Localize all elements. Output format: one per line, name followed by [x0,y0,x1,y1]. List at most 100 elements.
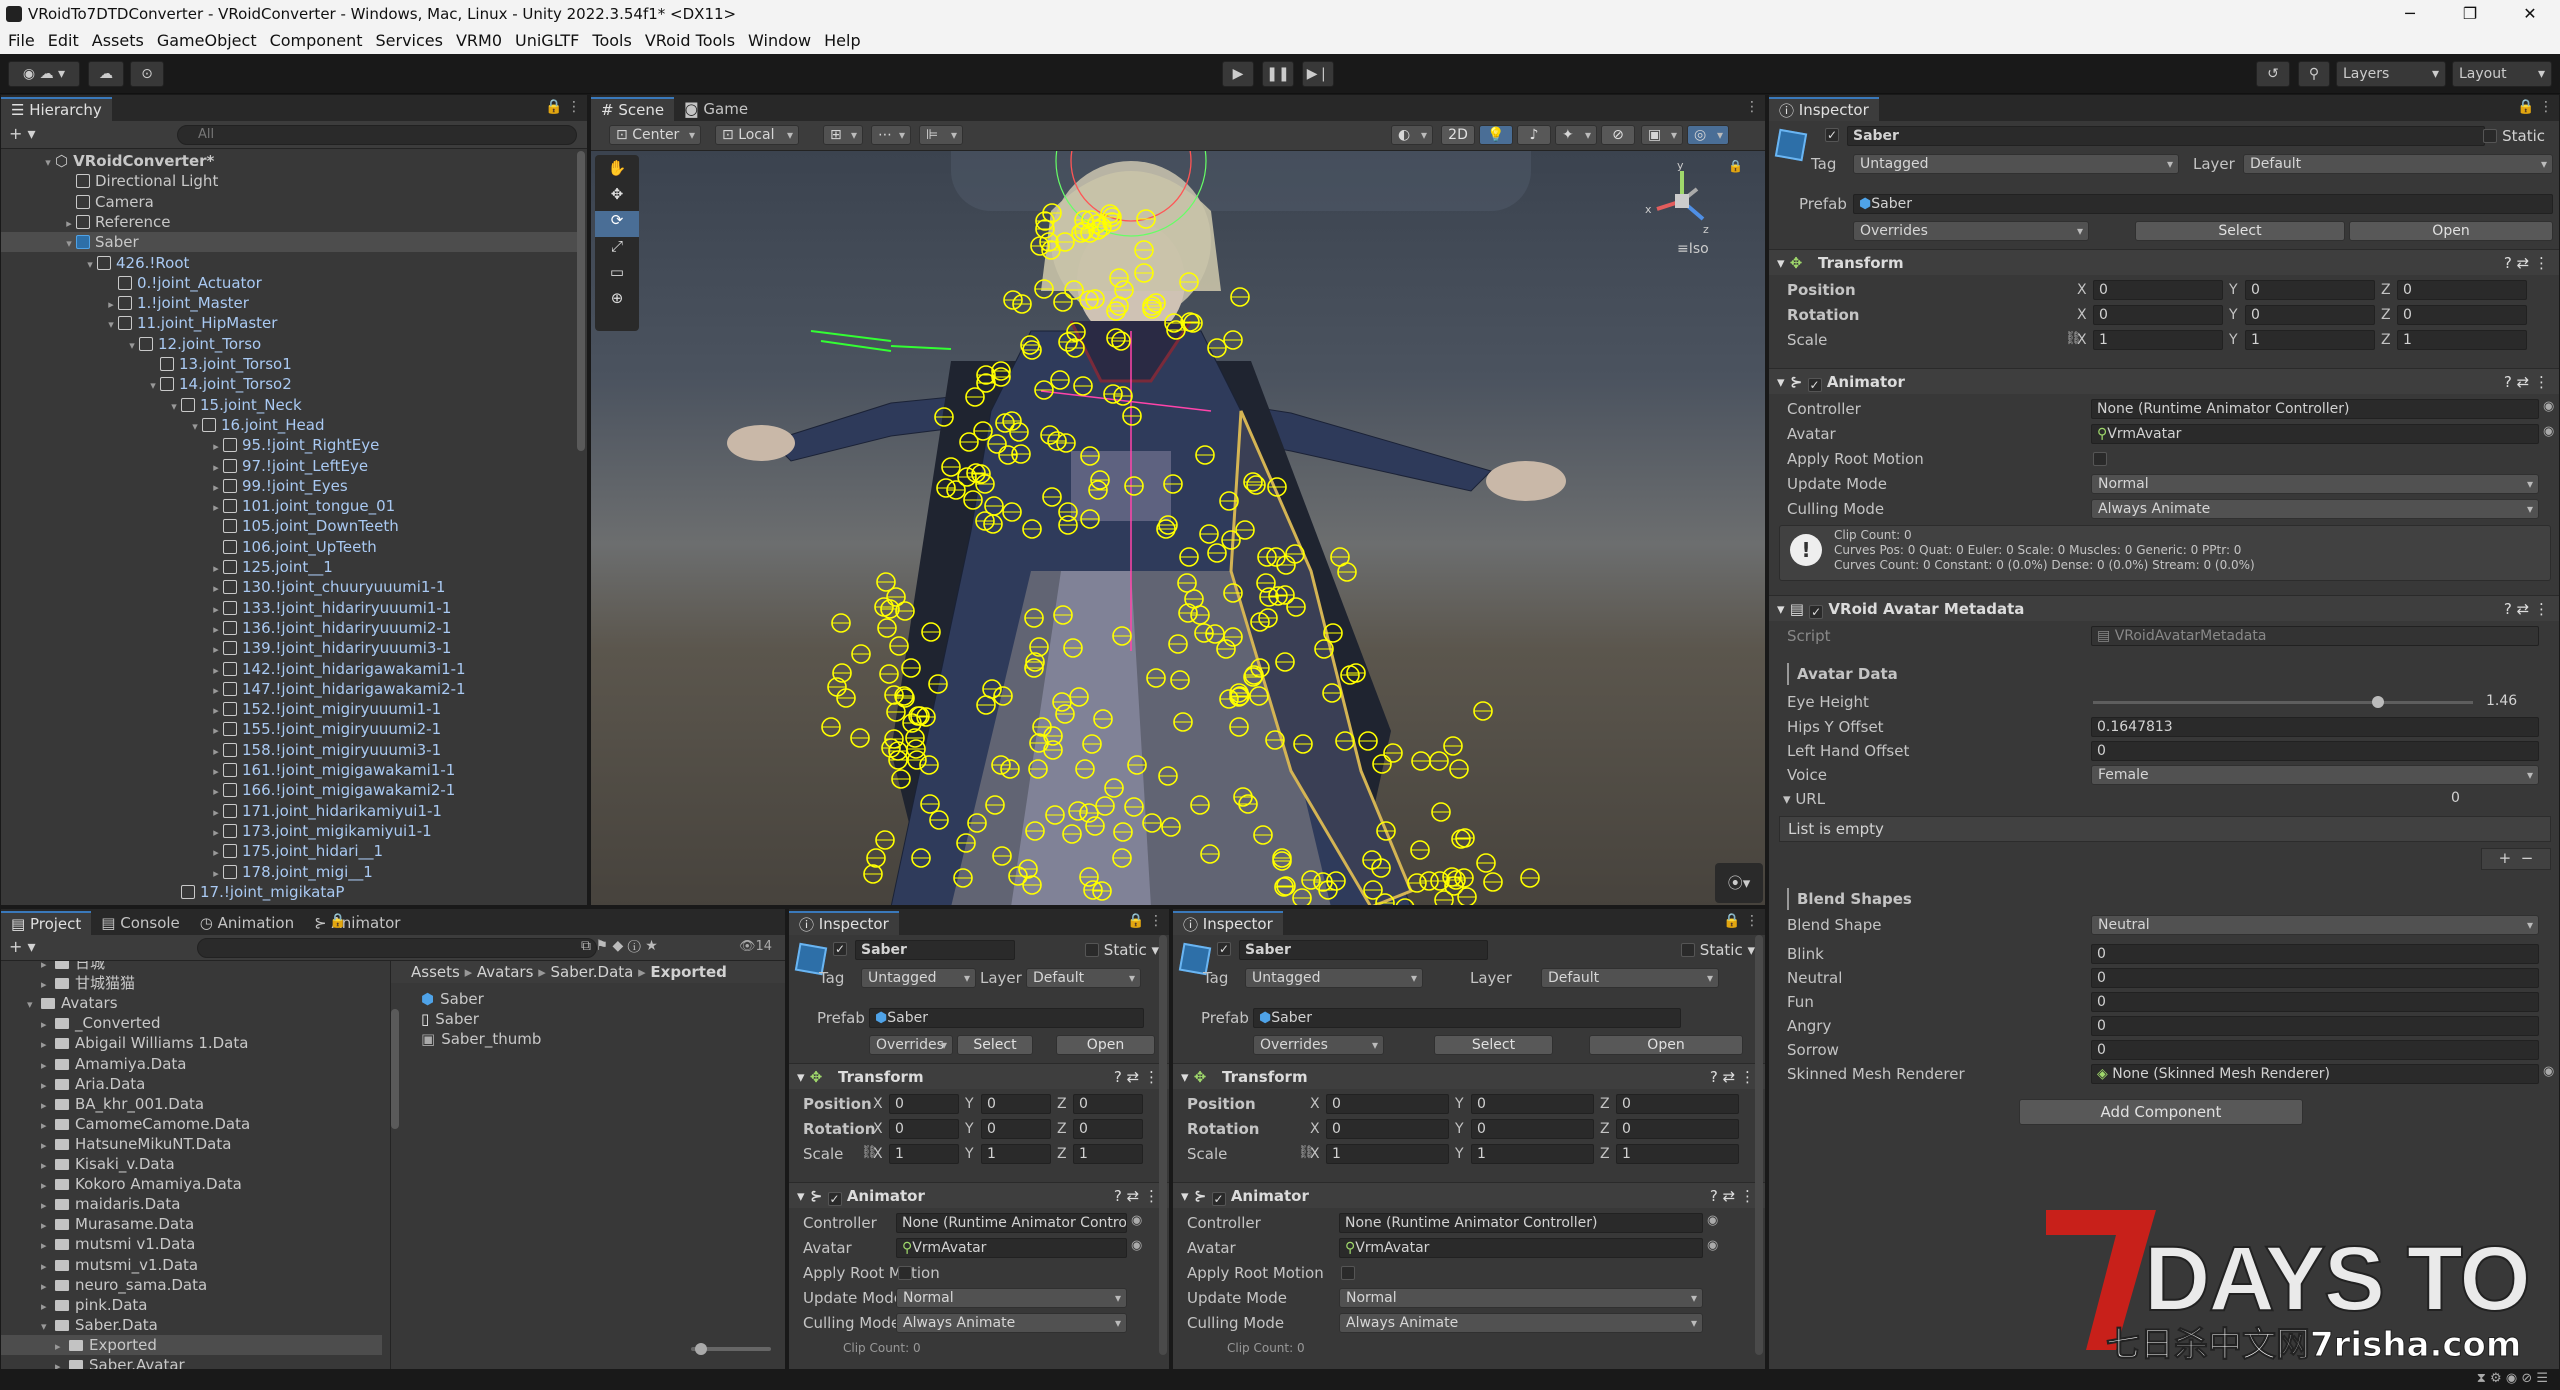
ruler-icon[interactable]: ⊫ [919,125,963,145]
project-folder-item[interactable]: ▸ neuro_sama.Data [1,1275,382,1295]
breadcrumb-item[interactable]: Saber.Data [551,963,634,981]
transform-rotation-y-input[interactable]: 0 [1471,1119,1594,1139]
expand-arrow-icon[interactable]: ▸ [209,721,223,741]
component-menu-icons[interactable]: ? ⇄ ⋮ [2504,250,2549,276]
project-folder-item[interactable]: ▸ 甘城猫猫 [1,973,382,993]
animator-controller-field[interactable]: None (Runtime Animator Controller) [896,1213,1127,1233]
hierarchy-row[interactable]: ▾ Saber [1,232,577,253]
project-folder-item[interactable]: ▸ _Converted [1,1013,382,1033]
expand-arrow-icon[interactable]: ▸ [41,1297,55,1317]
expand-arrow-icon[interactable]: ▸ [41,1196,55,1216]
collab-icon[interactable]: ⊙ [130,61,164,87]
hierarchy-row[interactable]: ▸ 130.!joint_chuuryuuumi1-1 [1,577,577,597]
active-checkbox[interactable]: ✓ [833,942,847,956]
lighting-icon[interactable]: 💡 [1479,125,1513,145]
transform-position-x-input[interactable]: 0 [889,1094,959,1114]
expand-arrow-icon[interactable]: ▸ [209,579,223,599]
project-folder-item[interactable]: ▸ Amamiya.Data [1,1054,382,1074]
overrides-dropdown[interactable]: Overrides [1253,1035,1384,1055]
hierarchy-search-input[interactable]: All [177,125,577,145]
tab-game[interactable]: ◙ Game [674,97,758,121]
tab-project[interactable]: ▤ Project [1,911,92,935]
maximize-button[interactable]: ❐ [2440,0,2500,27]
gizmos-icon[interactable]: ◎ [1687,125,1729,145]
hierarchy-row[interactable]: ▸ 175.joint_hidari__1 [1,841,577,861]
transform-position-y-input[interactable]: 0 [2245,280,2375,300]
hierarchy-row[interactable]: ▸ 173.joint_migikamiyui1-1 [1,821,577,841]
animator-enabled-checkbox[interactable]: ✓ [1807,378,1822,392]
transform-rotation-z-input[interactable]: 0 [1616,1119,1739,1139]
transform-position-z-input[interactable]: 0 [1073,1094,1143,1114]
overrides-dropdown[interactable]: Overrides [1853,221,2089,241]
expand-arrow-icon[interactable]: ▸ [209,762,223,782]
voice-dropdown[interactable]: Female [2091,765,2539,785]
hierarchy-row[interactable]: ▸ 125.joint__1 [1,557,577,577]
project-folder-item[interactable]: ▸ mutsmi_v1.Data [1,1255,382,1275]
transform-scale-z-input[interactable]: 1 [2397,330,2527,350]
toggle-2d-button[interactable]: 2D [1441,125,1475,145]
project-file-item[interactable]: ⬢ Saber [421,989,773,1009]
expand-arrow-icon[interactable]: ▸ [209,803,223,823]
hierarchy-row[interactable]: ▸ 171.joint_hidarikamiyui1-1 [1,801,577,821]
transform-position-z-input[interactable]: 0 [1616,1094,1739,1114]
cloud-icon[interactable]: ☁ [88,61,124,87]
transform-rotation-z-input[interactable]: 0 [2397,305,2527,325]
vroid-metadata-header[interactable]: ▾ ▤ ✓ VRoid Avatar Metadata ? ⇄ ⋮ [1769,595,2559,621]
hidden-objects-icon[interactable]: ⊘ [1601,125,1635,145]
breadcrumb-item[interactable]: Assets [411,963,460,981]
orientation-gizmo[interactable]: y x z ≡Iso [1637,159,1727,261]
expand-arrow-icon[interactable]: ▸ [209,742,223,762]
hierarchy-row[interactable]: 13.joint_Torso1 [1,354,577,374]
transform-scale-x-input[interactable]: 1 [2093,330,2223,350]
expand-arrow-icon[interactable]: ▸ [209,478,223,498]
expand-arrow-icon[interactable]: ▸ [55,1357,69,1369]
gameobject-name-input[interactable]: Saber [1847,126,2485,146]
hierarchy-row[interactable]: ▾ 14.joint_Torso2 [1,374,577,394]
overrides-dropdown[interactable]: Overrides [869,1035,953,1055]
create-icon[interactable]: + ▾ [9,937,36,956]
menu-item-window[interactable]: Window [748,31,811,50]
hierarchy-row[interactable]: 0.!joint_Actuator [1,273,577,293]
object-picker-icon[interactable]: ◉ [1131,1213,1142,1228]
animator-header[interactable]: ▾ ⊱ ✓ Animator ? ⇄ ⋮ [1769,368,2559,394]
hierarchy-menu-icon[interactable]: 🔒 ⋮ [545,99,581,115]
transform-tool-icon[interactable]: ⊕ [595,289,639,315]
component-menu-icons[interactable]: ? ⇄ ⋮ [2504,369,2549,395]
tab-animation[interactable]: ◷ Animation [190,911,304,935]
expand-arrow-icon[interactable]: ▸ [41,1236,55,1256]
project-folder-item[interactable]: ▸ Murasame.Data [1,1214,382,1234]
menu-item-file[interactable]: File [8,31,35,50]
expand-arrow-icon[interactable]: ▸ [209,701,223,721]
foldout-icon[interactable]: ▾ [797,1068,805,1086]
expand-arrow-icon[interactable]: ▸ [167,904,181,905]
static-toggle[interactable]: Static [2483,127,2545,145]
object-picker-icon[interactable]: ◉ [1707,1238,1718,1253]
rotate-tool-icon[interactable]: ⟳ [595,211,639,237]
blend-shape-dropdown[interactable]: Neutral [2091,915,2539,935]
component-menu-icons[interactable]: ? ⇄ ⋮ [1114,1064,1159,1090]
tab-inspector[interactable]: ⓘ Inspector [1769,97,1879,121]
expand-arrow-icon[interactable]: ▾ [27,995,41,1015]
hierarchy-row[interactable]: ▾ ⬡ VRoidConverter* [1,151,577,171]
hierarchy-row[interactable]: 106.joint_UpTeeth [1,537,577,557]
transform-header[interactable]: ▾ ✥ Transform ? ⇄ ⋮ [789,1063,1169,1089]
layer-dropdown[interactable]: Default [1541,968,1719,988]
expand-arrow-icon[interactable]: ▸ [209,437,223,457]
url-foldout[interactable]: ▾ URL [1783,788,1825,810]
expand-arrow-icon[interactable]: ▾ [146,376,160,396]
skinned-mesh-renderer-field[interactable]: ◈ None (Skinned Mesh Renderer) [2091,1064,2539,1084]
project-folder-item[interactable]: ▸ Abigail Williams 1.Data [1,1033,382,1053]
url-count-input[interactable]: 0 [2121,789,2539,809]
active-checkbox[interactable]: ✓ [1217,942,1231,956]
transform-scale-x-input[interactable]: 1 [1326,1144,1449,1164]
add-component-button[interactable]: Add Component [2019,1099,2303,1125]
snap-increment-icon[interactable]: ⋯ [871,125,911,145]
tag-dropdown[interactable]: Untagged [861,968,976,988]
static-toggle[interactable]: Static ▾ [1681,941,1755,959]
audio-icon[interactable]: ♪ [1517,125,1551,145]
status-icons[interactable]: ⧗ ⚙ ◉ ⊘ ☰ [2477,1371,2548,1386]
expand-arrow-icon[interactable]: ▾ [83,255,97,275]
project-folder-item[interactable]: ▸ Exported [1,1334,382,1355]
expand-arrow-icon[interactable]: ▾ [41,1317,55,1337]
hierarchy-row[interactable]: ▸ 136.!joint_hidariryuuumi2-1 [1,618,577,638]
